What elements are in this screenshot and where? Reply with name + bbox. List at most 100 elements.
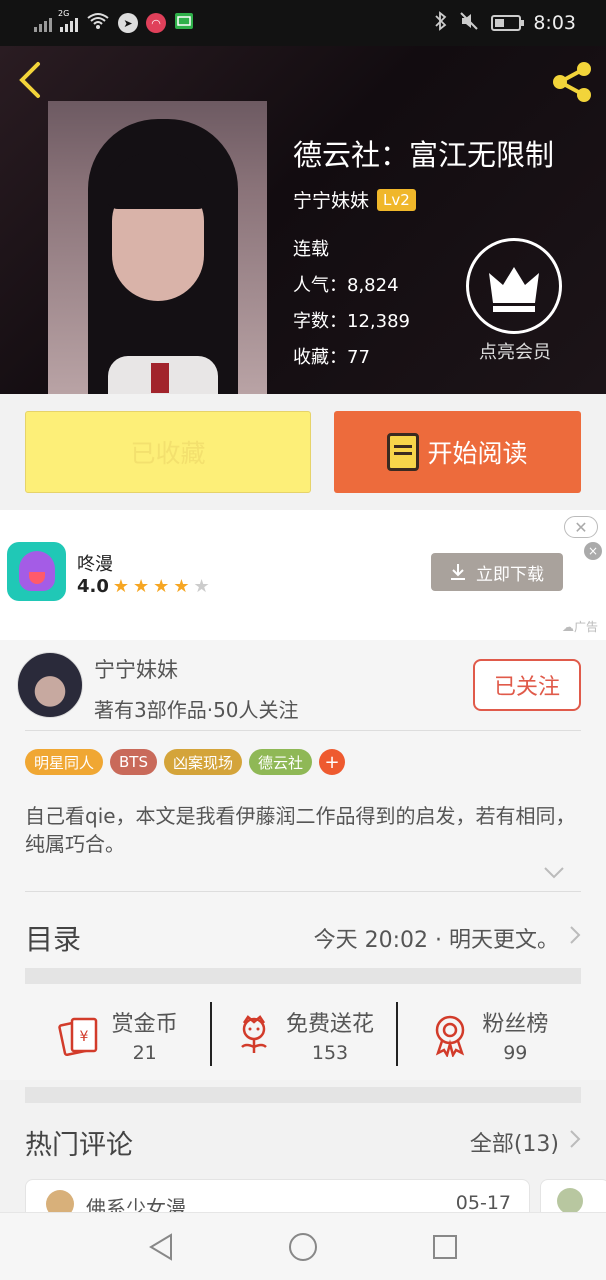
mute-icon [459,11,479,36]
start-reading-button[interactable]: 开始阅读 [334,411,581,493]
author-info: 著有3部作品·50人关注 [94,698,299,722]
word-count-row: 字数：12,389 [293,311,410,332]
nav-back-button[interactable] [144,1230,178,1264]
chevron-right-icon [569,1129,581,1155]
section-separator [25,1087,581,1103]
wifi-icon [86,12,110,35]
tag-item[interactable]: 凶案现场 [164,749,243,775]
tag-item[interactable]: 明星同人 [25,749,104,775]
toc-title: 目录 [25,923,82,956]
ad-rating: 4.0 ★ ★ ★ ★ ★ [77,576,210,597]
comments-header: 热门评论 全部(13) [25,1116,581,1168]
signal-icon [34,14,52,32]
divider [25,891,581,892]
favorites-row: 收藏：77 [293,347,370,368]
back-arrow-icon [19,62,40,98]
crown-icon [466,238,562,334]
book-cover-image [48,101,267,394]
nav-recents-button[interactable] [428,1230,462,1264]
download-button[interactable]: 立即下载 [431,553,563,591]
ad-tag: ☁广告 [561,620,598,634]
ad-close-button[interactable]: ✕ [564,516,598,538]
download-icon [451,564,465,580]
tag-item[interactable]: 德云社 [249,749,313,775]
ad-dismiss-icon[interactable]: × [584,542,602,560]
stat-value: 99 [503,1042,528,1064]
book-meta: 连载 人气：8,824 字数：12,389 收藏：77 [293,232,410,376]
reward-coins-button[interactable]: ¥ 赏金币 21 [25,1000,210,1070]
system-nav-bar [0,1212,606,1280]
chevron-right-icon [569,925,581,951]
stat-label: 粉丝榜 [482,1012,549,1037]
ad-app-name: 咚漫 [77,554,113,575]
message-icon [174,12,194,35]
book-description: 自己看qie，本文是我看伊藤润二作品得到的启发，若有相同，纯属巧合。 [25,804,576,856]
book-title: 德云社：富江无限制 [293,138,555,172]
stat-value: 21 [132,1042,157,1064]
start-reading-label: 开始阅读 [427,439,528,468]
follow-button[interactable]: 已关注 [473,659,581,711]
share-icon [553,62,591,102]
star-empty-icon: ★ [193,576,210,597]
section-separator [25,968,581,984]
svg-text:¥: ¥ [79,1029,88,1045]
book-author[interactable]: 宁宁妹妹 [293,186,369,213]
expand-chevron-icon[interactable] [543,864,565,885]
stats-row: ¥ 赏金币 21 免费送花 153 粉丝榜 99 [25,1000,581,1070]
stat-value: 153 [311,1042,349,1064]
serial-status: 连载 [293,239,329,260]
tag-list: 明星同人 BTS 凶案现场 德云社 + [25,749,346,775]
stat-label: 免费送花 [285,1012,374,1037]
add-tag-button[interactable]: + [319,749,346,775]
table-of-contents-row[interactable]: 目录 今天 20:02 · 明天更文。 [25,908,581,968]
status-left: 2G ➤ ◠ [34,9,194,35]
tag-item[interactable]: BTS [110,749,157,775]
star-icon: ★ [173,576,190,597]
nav-home-button[interactable] [286,1230,320,1264]
app-notification-icon: ◠ [146,13,166,33]
action-bar: 已收藏 开始阅读 [0,394,606,510]
ad-banner[interactable]: ✕ × 咚漫 4.0 ★ ★ ★ ★ ★ 立即下载 ☁广告 [0,510,606,640]
level-badge: Lv2 [377,188,416,211]
commenter-avatar [557,1188,583,1214]
author-avatar[interactable] [17,652,83,718]
send-flower-button[interactable]: 免费送花 153 [210,1000,395,1070]
popularity-row: 人气：8,824 [293,275,399,296]
favorites-value: 77 [347,347,370,368]
triangle-back-icon [149,1232,172,1261]
download-label: 立即下载 [476,564,544,585]
medal-icon [436,1015,465,1057]
red-envelope-icon: ¥ [57,1017,97,1057]
book-author-row: 宁宁妹妹 Lv2 [293,186,416,213]
app-logo-icon [7,542,66,601]
word-count-value: 12,389 [347,311,410,332]
fan-ranking-button[interactable]: 粉丝榜 99 [395,1000,581,1070]
vip-button[interactable]: 点亮会员 [466,238,564,364]
share-button[interactable] [548,58,596,106]
toc-update: 今天 20:02 · 明天更文。 [313,928,559,953]
signal-2g-icon: 2G [58,9,78,32]
comment-date: 05-17 [455,1192,511,1214]
star-icon: ★ [153,576,170,597]
circle-home-icon [289,1232,317,1261]
popularity-value: 8,824 [347,275,399,296]
book-icon [387,433,420,471]
author-name[interactable]: 宁宁妹妹 [94,654,178,684]
all-comments-link[interactable]: 全部(13) [470,1126,559,1158]
status-right: 8:03 [435,10,576,36]
star-icon: ★ [133,576,150,597]
comments-title: 热门评论 [25,1129,133,1161]
square-recents-icon [433,1234,457,1259]
location-icon: ➤ [118,13,138,33]
vip-label: 点亮会员 [479,342,551,363]
divider [25,730,581,731]
favorited-button[interactable]: 已收藏 [25,411,311,493]
stat-label: 赏金币 [111,1012,178,1037]
back-button[interactable] [14,60,54,100]
status-bar: 2G ➤ ◠ 8:03 [0,0,606,46]
star-icon: ★ [112,576,130,597]
ad-rating-value: 4.0 [77,576,109,597]
bluetooth-icon [435,10,447,36]
book-header: 德云社：富江无限制 宁宁妹妹 Lv2 连载 人气：8,824 字数：12,389… [0,46,606,394]
clock: 8:03 [533,12,576,34]
